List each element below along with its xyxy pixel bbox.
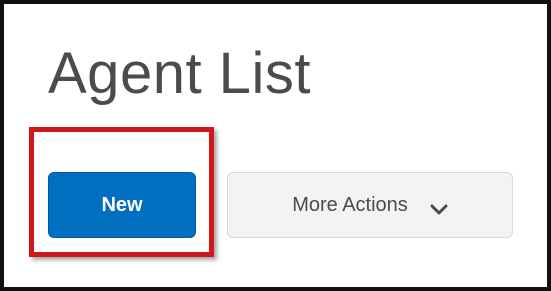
chevron-down-icon xyxy=(430,199,448,215)
more-actions-button[interactable]: More Actions xyxy=(227,172,513,238)
page-title: Agent List xyxy=(48,41,311,106)
highlight-annotation-box xyxy=(29,127,214,257)
more-actions-label: More Actions xyxy=(292,193,408,216)
screenshot-frame: Agent List New More Actions xyxy=(0,0,551,291)
